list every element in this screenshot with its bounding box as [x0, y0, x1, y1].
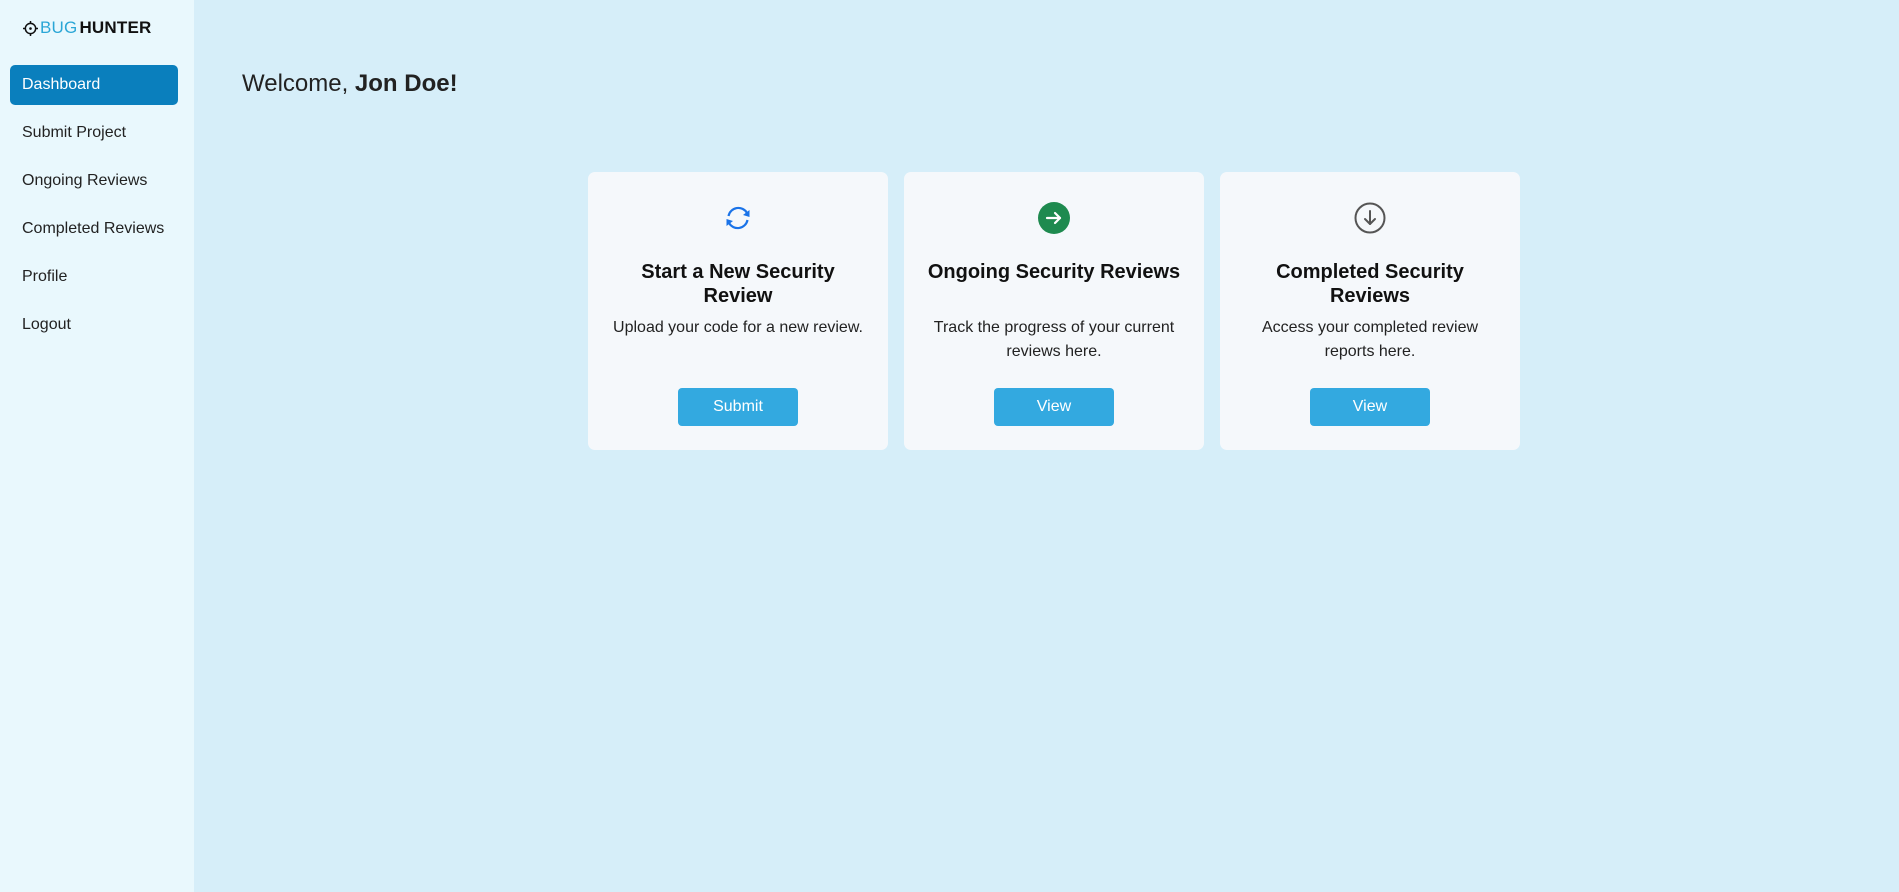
sidebar-item-dashboard[interactable]: Dashboard [10, 65, 178, 105]
refresh-icon [726, 206, 750, 230]
sidebar-item-ongoing-reviews[interactable]: Ongoing Reviews [10, 161, 178, 201]
brand-name-part1: BUG [40, 18, 78, 37]
card-title: Completed Security Reviews [1276, 261, 1464, 307]
sidebar-item-submit-project[interactable]: Submit Project [10, 113, 178, 153]
brand-name-part2: HUNTER [79, 18, 152, 37]
view-ongoing-button[interactable]: View [994, 388, 1114, 426]
card-description: Access your completed review reports her… [1261, 319, 1479, 360]
card-description: Upload your code for a new review. [613, 319, 863, 336]
submit-button[interactable]: Submit [678, 388, 798, 426]
card-description: Track the progress of your current revie… [933, 319, 1175, 360]
sidebar-item-completed-reviews[interactable]: Completed Reviews [10, 209, 178, 249]
card-new-review: Start a New Security Review Upload your … [588, 172, 888, 450]
sidebar-nav: Dashboard Submit Project Ongoing Reviews… [10, 65, 178, 353]
arrow-down-circle-icon [1354, 202, 1386, 234]
card-completed-reviews: Completed Security Reviews Access your c… [1220, 172, 1520, 450]
brand-logo[interactable]: BUG HUNTER [23, 17, 151, 39]
sidebar-item-profile[interactable]: Profile [10, 257, 178, 297]
card-ongoing-reviews: Ongoing Security Reviews Track the progr… [904, 172, 1204, 450]
welcome-heading: Welcome, Jon Doe! [242, 70, 458, 98]
arrow-right-circle-icon [1038, 202, 1070, 234]
welcome-prefix: Welcome, [242, 70, 355, 97]
sidebar: BUG HUNTER Dashboard Submit Project Ongoi… [0, 0, 194, 892]
view-completed-button[interactable]: View [1310, 388, 1430, 426]
user-name: Jon Doe! [354, 70, 458, 97]
sidebar-item-logout[interactable]: Logout [10, 305, 178, 345]
crosshair-icon [23, 20, 38, 36]
card-grid: Start a New Security Review Upload your … [588, 172, 1520, 450]
card-title: Start a New Security Review [641, 261, 835, 307]
card-title: Ongoing Security Reviews [927, 261, 1181, 283]
